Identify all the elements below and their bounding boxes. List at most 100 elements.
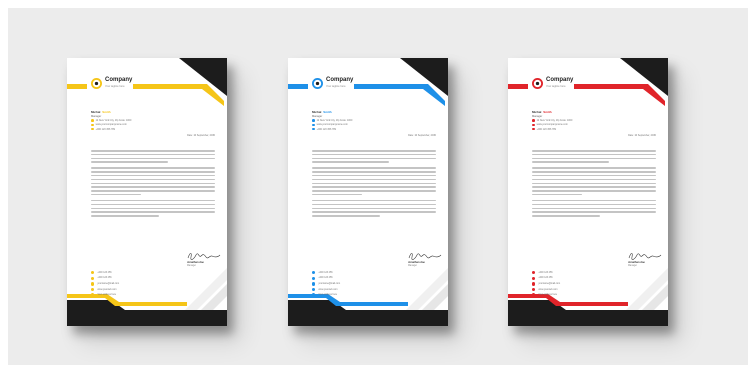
letter-body [91,150,215,221]
contact-item: Your address here [312,292,340,298]
header-dark-corner [620,58,668,96]
placeholder-text-line [532,150,656,152]
contact-list: +000 123 456 +000 123 456 yourname@mail.… [91,270,119,298]
placeholder-text-line [532,199,656,202]
placeholder-text-line [91,203,215,206]
contact-icon [91,271,95,275]
placeholder-text-line [91,157,215,160]
contact-text: +000 123 456 [318,271,333,274]
placeholder-text-line [91,150,215,152]
placeholder-text-line [532,171,656,173]
recipient-first-name: Michal [91,110,101,114]
placeholder-text-line [91,161,168,163]
address-text: 12 New York City, Zip Code: 1000 [95,119,132,123]
bullet-icon [532,119,535,122]
placeholder-text-line [312,178,436,181]
contact-icon [91,282,95,286]
contact-icon [532,287,536,292]
bullet-icon [532,123,535,127]
placeholder-text-line [532,190,656,192]
placeholder-text-line [91,211,215,213]
recipient-last-name: Smith [102,110,111,114]
contact-text: +000 123 456 [538,277,553,280]
recipient-last-name: Smith [543,110,552,114]
letter-date: Date: 10 September, 2030 [628,134,656,137]
placeholder-text-line [532,211,656,213]
bullet-icon [91,127,94,131]
signer-role: Manager [408,265,418,267]
company-logo-icon [91,78,102,89]
contact-icon [532,282,536,286]
placeholder-text-line [532,178,656,181]
contact-icon [91,276,95,281]
address-text: +000 123 456 789 [95,127,115,131]
contact-icon [91,293,95,297]
contact-icon [312,276,316,281]
company-tagline: Your tagline here [546,85,566,88]
placeholder-text-line [91,171,215,173]
recipient-address-line: www.yourcompanyname.com [312,123,402,126]
recipient-address-line: www.yourcompanyname.com [91,123,181,126]
placeholder-text-line [91,186,215,188]
bullet-icon [312,127,315,131]
placeholder-text-line [312,157,436,160]
contact-icon [532,293,536,297]
mockup-stage: Company Your tagline here Michal Smith M… [8,8,748,365]
bullet-icon [312,119,315,122]
signer-role: Manager [187,265,197,267]
letterhead-blue: Company Your tagline here Michal Smith M… [288,58,448,326]
body-paragraph [91,167,215,196]
company-name: Company [105,77,133,83]
placeholder-text-line [91,207,215,210]
body-paragraph [91,150,215,163]
recipient-role: Manager [312,115,323,118]
letter-body [312,150,436,221]
placeholder-text-line [312,150,436,152]
address-text: 12 New York City, Zip Code: 1000 [536,119,573,123]
recipient-name: Michal Smith [532,110,622,114]
placeholder-text-line [312,167,436,169]
recipient-block: Michal Smith Manager 12 New York City, Z… [312,110,402,131]
signer-role: Manager [628,265,638,267]
recipient-address-line: +000 123 456 789 [312,128,402,131]
header-accent-band [133,84,224,106]
company-tagline: Your tagline here [326,85,346,88]
placeholder-text-line [532,161,609,163]
recipient-role: Manager [91,115,102,118]
body-paragraph [532,150,656,163]
contact-text: +000 123 456 [97,277,112,280]
contact-icon [91,287,95,292]
address-text: www.yourcompanyname.com [536,123,568,127]
placeholder-text-line [532,203,656,206]
recipient-name: Michal Smith [312,110,402,114]
contact-text: yourname@mail.com [318,282,341,285]
contact-text: +000 123 456 [538,271,553,274]
placeholder-text-line [532,167,656,169]
recipient-address-line: +000 123 456 789 [91,128,181,131]
letter-date: Date: 10 September, 2030 [187,134,215,137]
header-dark-corner [179,58,227,96]
header-accent-bar-left [508,84,528,89]
recipient-role: Manager [532,115,543,118]
placeholder-text-line [91,215,160,217]
company-tagline: Your tagline here [105,85,125,88]
placeholder-text-line [312,215,381,217]
placeholder-text-line [91,199,215,202]
placeholder-text-line [312,174,436,177]
address-text: +000 123 456 789 [536,127,556,131]
contact-icon [312,293,316,297]
recipient-address-line: www.yourcompanyname.com [532,123,622,126]
bullet-icon [91,123,94,127]
placeholder-text-line [312,193,362,196]
placeholder-text-line [91,182,215,185]
contact-list: +000 123 456 +000 123 456 yourname@mail.… [532,270,560,298]
header-dark-corner [400,58,448,96]
header-accent-band [354,84,445,106]
letter-date: Date: 10 September, 2030 [408,134,436,137]
header-accent-band [574,84,665,106]
bullet-icon [312,123,315,127]
recipient-first-name: Michal [532,110,542,114]
footer-grey-stripe [626,268,668,310]
placeholder-text-line [532,182,656,185]
placeholder-text-line [312,153,436,156]
